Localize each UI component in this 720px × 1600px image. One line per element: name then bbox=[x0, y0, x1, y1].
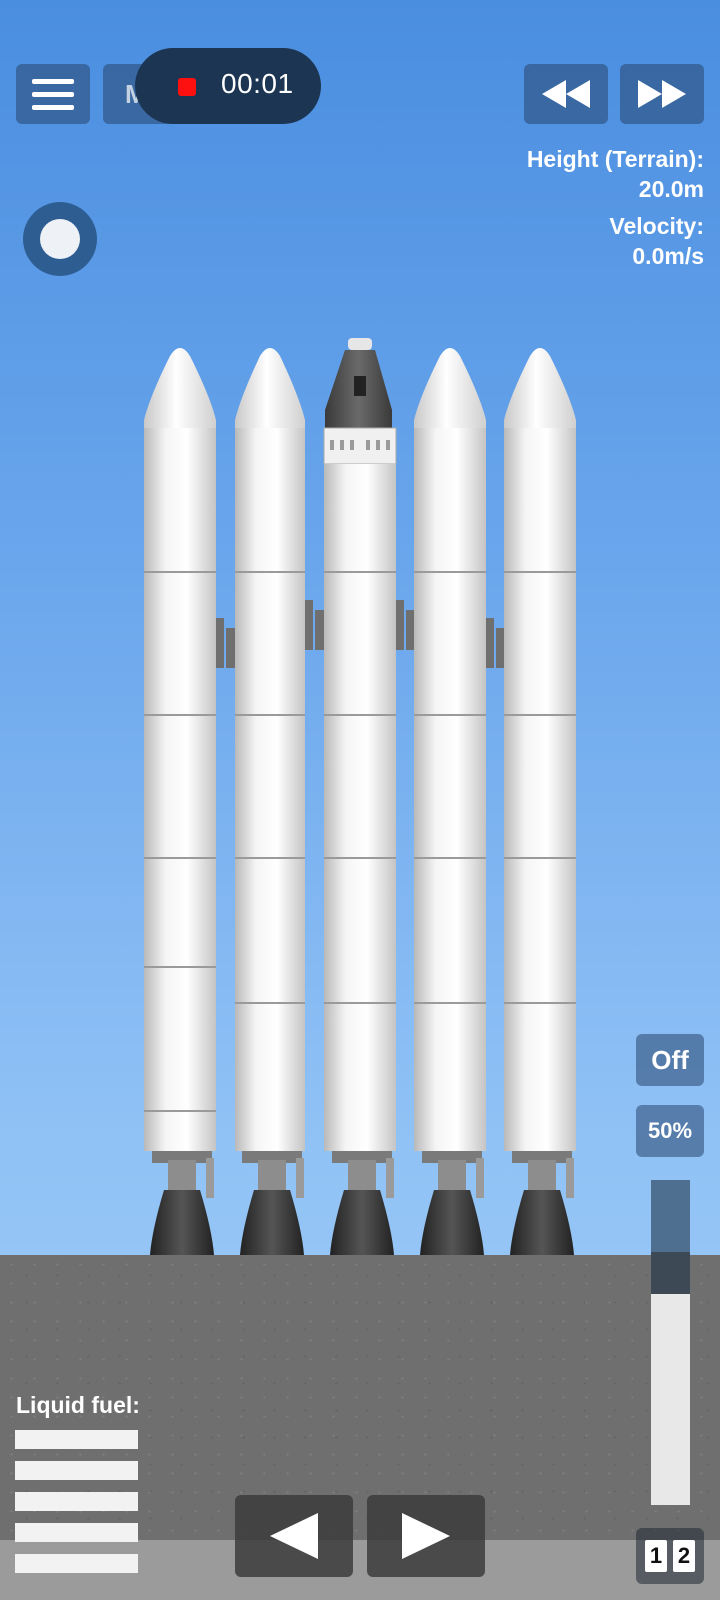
rewind-button[interactable] bbox=[524, 64, 608, 124]
liquid-fuel-gauge bbox=[15, 1430, 138, 1585]
stage-1[interactable]: 1 bbox=[645, 1540, 667, 1572]
rotate-right-button[interactable] bbox=[367, 1495, 485, 1577]
hamburger-menu-icon bbox=[32, 78, 74, 110]
throttle-percent-button[interactable]: 50% bbox=[636, 1105, 704, 1157]
stage-selector[interactable]: 1 2 bbox=[636, 1528, 704, 1584]
booster-rocket-4 bbox=[504, 348, 576, 1255]
velocity-label: Velocity: bbox=[609, 213, 704, 239]
right-arrow-icon bbox=[402, 1513, 450, 1559]
recording-time: 00:01 bbox=[221, 68, 294, 99]
stage-2[interactable]: 2 bbox=[673, 1540, 695, 1572]
throttle-handle[interactable] bbox=[651, 1252, 690, 1294]
fuel-bar bbox=[15, 1430, 138, 1449]
percent-label: 50% bbox=[647, 1118, 693, 1143]
fuel-bar bbox=[15, 1523, 138, 1542]
throttle-fill bbox=[651, 1294, 690, 1505]
center-rocket bbox=[323, 338, 397, 1255]
height-readout: Height (Terrain): 20.0m bbox=[527, 144, 704, 204]
throttle-slider[interactable] bbox=[651, 1180, 690, 1505]
throttle-track-upper bbox=[651, 1180, 690, 1252]
fuel-bar bbox=[15, 1554, 138, 1573]
sas-off-button[interactable]: Off bbox=[636, 1034, 704, 1086]
liquid-fuel-label: Liquid fuel: bbox=[16, 1392, 140, 1418]
off-label: Off bbox=[651, 1044, 689, 1075]
left-arrow-icon bbox=[270, 1513, 318, 1559]
fast-forward-icon bbox=[638, 80, 686, 108]
orientation-circle-icon bbox=[40, 219, 80, 259]
height-label: Height (Terrain): bbox=[526, 146, 704, 172]
fast-forward-button[interactable] bbox=[620, 64, 704, 124]
booster-rocket-3 bbox=[414, 348, 486, 1255]
screen-recording-indicator[interactable]: 00:01 bbox=[135, 48, 321, 124]
fuel-bar bbox=[15, 1492, 138, 1511]
rewind-icon bbox=[542, 80, 590, 108]
orientation-button[interactable] bbox=[23, 202, 97, 276]
velocity-value: 0.0m/s bbox=[632, 243, 704, 269]
rotate-left-button[interactable] bbox=[235, 1495, 353, 1577]
booster-rocket-2 bbox=[235, 348, 305, 1255]
record-dot-icon bbox=[178, 78, 196, 96]
booster-rocket-1 bbox=[144, 348, 216, 1255]
height-value: 20.0m bbox=[638, 176, 704, 202]
menu-button[interactable] bbox=[16, 64, 90, 124]
fuel-bar bbox=[15, 1461, 138, 1480]
velocity-readout: Velocity: 0.0m/s bbox=[609, 211, 704, 271]
